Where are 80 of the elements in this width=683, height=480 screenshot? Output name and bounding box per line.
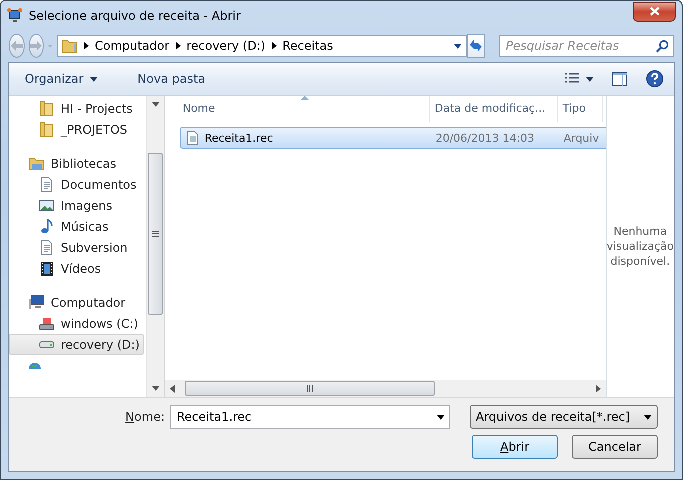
caret-icon bbox=[90, 76, 98, 82]
file-type-dropdown[interactable]: Arquivos de receita[*.rec] bbox=[470, 405, 658, 429]
window-title: Selecione arquivo de receita - Abrir bbox=[29, 8, 242, 22]
nav-item[interactable]: Imagens bbox=[9, 195, 144, 216]
organize-button[interactable]: Organizar bbox=[19, 70, 104, 88]
close-button[interactable] bbox=[633, 2, 676, 22]
nav-item[interactable]: windows (C:) bbox=[9, 313, 144, 334]
drive-icon bbox=[39, 316, 55, 332]
new-folder-button[interactable]: Nova pasta bbox=[132, 70, 212, 88]
type-cell-text: Arquiv bbox=[562, 132, 600, 144]
computer-icon bbox=[29, 294, 45, 310]
folder-icon bbox=[39, 100, 55, 116]
nav-item[interactable]: Vídeos bbox=[9, 258, 144, 279]
nav-item[interactable]: _PROJETOS bbox=[9, 119, 144, 140]
preview-pane-button[interactable] bbox=[612, 72, 628, 86]
folder-icon bbox=[39, 122, 55, 138]
pane-icon bbox=[612, 72, 628, 86]
dropdown-caret-icon bbox=[437, 414, 445, 420]
picture-icon bbox=[39, 198, 55, 214]
drive-icon bbox=[39, 340, 55, 348]
scroll-right-icon bbox=[596, 384, 601, 392]
close-icon bbox=[650, 7, 660, 16]
back-arrow-icon bbox=[10, 41, 23, 51]
folder-icon bbox=[62, 38, 78, 54]
scroll-left-icon bbox=[170, 384, 175, 392]
music-note-icon bbox=[39, 218, 55, 234]
globe-icon bbox=[29, 362, 41, 368]
film-icon bbox=[39, 260, 55, 276]
document-icon bbox=[39, 176, 55, 192]
scroll-thumb[interactable] bbox=[148, 153, 164, 315]
nav-item[interactable]: recovery (D:) bbox=[9, 334, 144, 355]
nav-item[interactable]: Músicas bbox=[9, 216, 144, 237]
scroll-down-icon bbox=[152, 386, 160, 391]
file-row[interactable]: Receita1.rec 20/06/2013 14:03 Arquiv bbox=[180, 127, 606, 149]
help-icon bbox=[646, 70, 664, 88]
app-icon bbox=[7, 8, 23, 24]
column-header[interactable]: Data de modificaç... bbox=[430, 96, 558, 122]
help-button[interactable] bbox=[646, 70, 664, 88]
forward-button[interactable] bbox=[28, 34, 44, 58]
back-button[interactable] bbox=[9, 34, 25, 58]
scroll-thumb[interactable] bbox=[184, 381, 435, 396]
breadcrumb-arrow-icon bbox=[272, 42, 277, 50]
breadcrumb[interactable]: recovery (D:) bbox=[186, 39, 266, 53]
recent-pages-caret-icon bbox=[48, 44, 53, 48]
view-options-button[interactable] bbox=[564, 73, 594, 85]
scrollbar[interactable] bbox=[164, 380, 606, 397]
forward-arrow-icon bbox=[30, 41, 42, 51]
library-icon bbox=[29, 156, 45, 172]
address-history-caret-icon bbox=[454, 44, 462, 48]
refresh-button[interactable] bbox=[466, 34, 485, 58]
breadcrumb-arrow-icon bbox=[176, 42, 181, 50]
address-bar[interactable]: Computador recovery (D:) Receitas bbox=[56, 35, 467, 57]
nav-item[interactable]: Documentos bbox=[9, 174, 144, 195]
refresh-icon bbox=[468, 39, 484, 53]
file-name-combobox[interactable]: Receita1.rec bbox=[170, 405, 450, 429]
nav-item[interactable]: Subversion bbox=[9, 237, 144, 258]
breadcrumb[interactable]: Computador bbox=[94, 39, 170, 53]
nav-item[interactable]: HI - Projects bbox=[9, 98, 144, 119]
file-name: Receita1.rec bbox=[204, 132, 274, 144]
grip-icon bbox=[306, 385, 313, 392]
file-name-label: Nome: bbox=[126, 410, 165, 424]
cancel-button[interactable]: Cancelar bbox=[572, 435, 658, 459]
dropdown-caret-icon bbox=[644, 414, 652, 420]
preview-message: Nenhuma visualização disponível. bbox=[606, 224, 674, 269]
date-cell-text: 20/06/2013 14:03 bbox=[434, 132, 536, 144]
scroll-up-icon bbox=[152, 102, 160, 107]
search-box[interactable]: Pesquisar Receitas bbox=[498, 35, 674, 57]
grip-icon bbox=[152, 231, 160, 237]
scrollbar[interactable] bbox=[146, 96, 164, 397]
column-header[interactable]: Tipo bbox=[558, 96, 603, 122]
open-button[interactable]: Abrir bbox=[472, 435, 558, 459]
details-view-icon bbox=[564, 73, 580, 85]
caret-icon bbox=[586, 76, 594, 82]
search-icon bbox=[656, 40, 669, 52]
breadcrumb[interactable]: Receitas bbox=[282, 39, 334, 53]
nav-group[interactable]: Bibliotecas bbox=[9, 153, 144, 174]
file-icon bbox=[186, 130, 199, 146]
document-icon bbox=[39, 240, 55, 256]
breadcrumb-arrow-icon bbox=[84, 42, 89, 50]
nav-group[interactable]: Computador bbox=[9, 292, 144, 313]
